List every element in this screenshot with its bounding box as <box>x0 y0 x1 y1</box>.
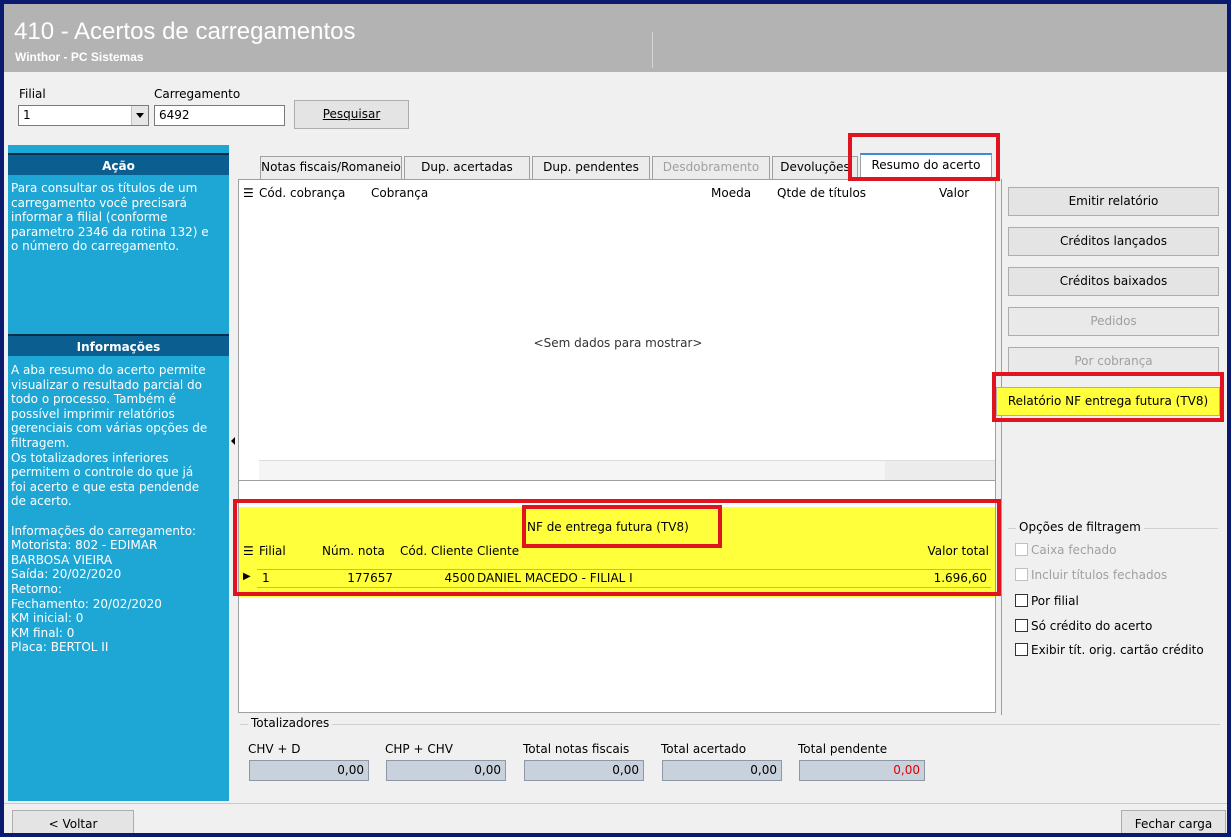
filial-value: 1 <box>23 108 31 122</box>
tab-desdobramento[interactable]: Desdobramento <box>652 156 770 179</box>
checkbox-icon <box>1015 543 1028 556</box>
row-valor-total: 1.696,60 <box>933 571 987 585</box>
tv8-col-filial[interactable]: Filial <box>259 544 286 558</box>
por-filial-checkbox[interactable]: Por filial <box>1015 593 1079 611</box>
checkbox-icon <box>1015 594 1028 607</box>
exibir-tit-label: Exibir tít. orig. cartão crédito <box>1031 643 1204 657</box>
exibir-tit-checkbox[interactable]: Exibir tít. orig. cartão crédito <box>1015 642 1204 660</box>
checkbox-icon <box>1015 568 1028 581</box>
filial-combobox[interactable]: 1 <box>18 105 149 126</box>
tv8-col-cliente[interactable]: Cliente <box>477 544 519 558</box>
row-cod-cliente: 4500 <box>444 571 475 585</box>
search-button[interactable]: Pesquisar <box>294 100 409 129</box>
scrollbar-thumb[interactable] <box>885 461 995 480</box>
empty-grid-message: <Sem dados para mostrar> <box>533 336 703 350</box>
row-num-nota: 177657 <box>347 571 393 585</box>
informacoes-text: A aba resumo do acerto permite visualiza… <box>11 363 208 655</box>
right-panel-divider <box>1001 179 1002 715</box>
panel-collapse-handle[interactable] <box>229 382 237 502</box>
filial-label: Filial <box>19 87 46 101</box>
total-acertado-value: 0,00 <box>662 760 782 781</box>
informacoes-header: Informações <box>8 334 229 356</box>
relatorio-tv8-button[interactable]: Relatório NF entrega futura (TV8) <box>996 387 1220 416</box>
title-separator <box>652 32 653 68</box>
col-moeda[interactable]: Moeda <box>711 186 751 200</box>
fechar-carga-button[interactable]: Fechar carga <box>1121 810 1226 833</box>
col-qtde-titulos[interactable]: Qtde de títulos <box>777 186 866 200</box>
total-pendente-label: Total pendente <box>798 742 888 756</box>
checkbox-icon <box>1015 619 1028 632</box>
creditos-baixados-button[interactable]: Créditos baixados <box>1008 267 1219 296</box>
summary-grid[interactable]: ☰ Cód. cobrança Cobrança Moeda Qtde de t… <box>238 179 996 481</box>
carregamento-value: 6492 <box>159 108 190 122</box>
chv-d-label: CHV + D <box>248 742 301 756</box>
carregamento-input[interactable]: 6492 <box>154 105 285 126</box>
chp-chv-value: 0,00 <box>386 760 506 781</box>
incluir-titulos-checkbox[interactable]: Incluir títulos fechados <box>1015 567 1167 585</box>
col-valor[interactable]: Valor <box>939 186 969 200</box>
so-credito-checkbox[interactable]: Só crédito do acerto <box>1015 618 1152 636</box>
window-title: 410 - Acertos de carregamentos <box>14 18 356 45</box>
tv8-grid[interactable]: NF de entrega futura (TV8) ☰ Filial Núm.… <box>239 507 995 597</box>
bottom-bar <box>4 803 1227 833</box>
tv8-col-cod-cliente[interactable]: Cód. Cliente <box>400 544 474 558</box>
tv8-col-valor-total[interactable]: Valor total <box>921 544 990 558</box>
chp-chv-label: CHP + CHV <box>385 742 453 756</box>
total-nf-label: Total notas fiscais <box>523 742 630 756</box>
totals-group-border <box>240 724 1220 725</box>
por-cobranca-button[interactable]: Por cobrança <box>1008 347 1219 376</box>
total-pendente-value: 0,00 <box>799 760 925 781</box>
caixa-fechado-label: Caixa fechado <box>1031 543 1117 557</box>
tv8-col-num-nota[interactable]: Núm. nota <box>322 544 385 558</box>
tab-resumo-do-acerto[interactable]: Resumo do acerto <box>860 153 992 179</box>
row-indicator-icon: ▶ <box>243 571 251 582</box>
voltar-button[interactable]: < Voltar <box>12 810 134 833</box>
tv8-grid-title: NF de entrega futura (TV8) <box>527 520 689 534</box>
col-cod-cobranca[interactable]: Cód. cobrança <box>259 186 345 200</box>
acao-text: Para consultar os títulos de um carregam… <box>11 181 209 254</box>
so-credito-label: Só crédito do acerto <box>1031 619 1153 633</box>
tab-notas-fiscais[interactable]: Notas fiscais/Romaneio <box>260 156 402 179</box>
app-window: 410 - Acertos de carregamentos Winthor -… <box>4 4 1227 833</box>
carregamento-label: Carregamento <box>154 87 241 101</box>
tv8-columns-icon[interactable]: ☰ <box>243 544 254 558</box>
table-row[interactable]: 1 177657 4500 DANIEL MACEDO - FILIAL I 1… <box>257 569 991 588</box>
tab-dup-acertadas[interactable]: Dup. acertadas <box>404 156 530 179</box>
caixa-fechado-checkbox[interactable]: Caixa fechado <box>1015 542 1116 560</box>
chevron-down-icon[interactable] <box>131 106 148 125</box>
por-filial-label: Por filial <box>1031 594 1079 608</box>
chv-d-value: 0,00 <box>249 760 369 781</box>
filter-options-title: Opções de filtragem <box>1016 520 1144 534</box>
title-bar: 410 - Acertos de carregamentos Winthor -… <box>4 4 1227 72</box>
grid-columns-icon[interactable]: ☰ <box>243 186 254 200</box>
tab-dup-pendentes[interactable]: Dup. pendentes <box>532 156 650 179</box>
total-nf-value: 0,00 <box>524 760 644 781</box>
emitir-relatorio-button[interactable]: Emitir relatório <box>1008 187 1219 216</box>
horizontal-scrollbar[interactable] <box>259 460 995 480</box>
tab-devolucoes[interactable]: Devoluções <box>772 156 858 179</box>
left-info-panel: Ação Para consultar os títulos de um car… <box>8 145 229 801</box>
col-cobranca[interactable]: Cobrança <box>371 186 428 200</box>
checkbox-icon <box>1015 643 1028 656</box>
pedidos-button[interactable]: Pedidos <box>1008 307 1219 336</box>
row-cliente: DANIEL MACEDO - FILIAL I <box>477 571 633 585</box>
incluir-titulos-label: Incluir títulos fechados <box>1031 568 1168 582</box>
row-filial: 1 <box>262 571 270 585</box>
totals-title: Totalizadores <box>248 716 333 730</box>
acao-header: Ação <box>8 153 229 175</box>
creditos-lancados-button[interactable]: Créditos lançados <box>1008 227 1219 256</box>
window-subtitle: Winthor - PC Sistemas <box>15 50 144 64</box>
total-acertado-label: Total acertado <box>661 742 747 756</box>
